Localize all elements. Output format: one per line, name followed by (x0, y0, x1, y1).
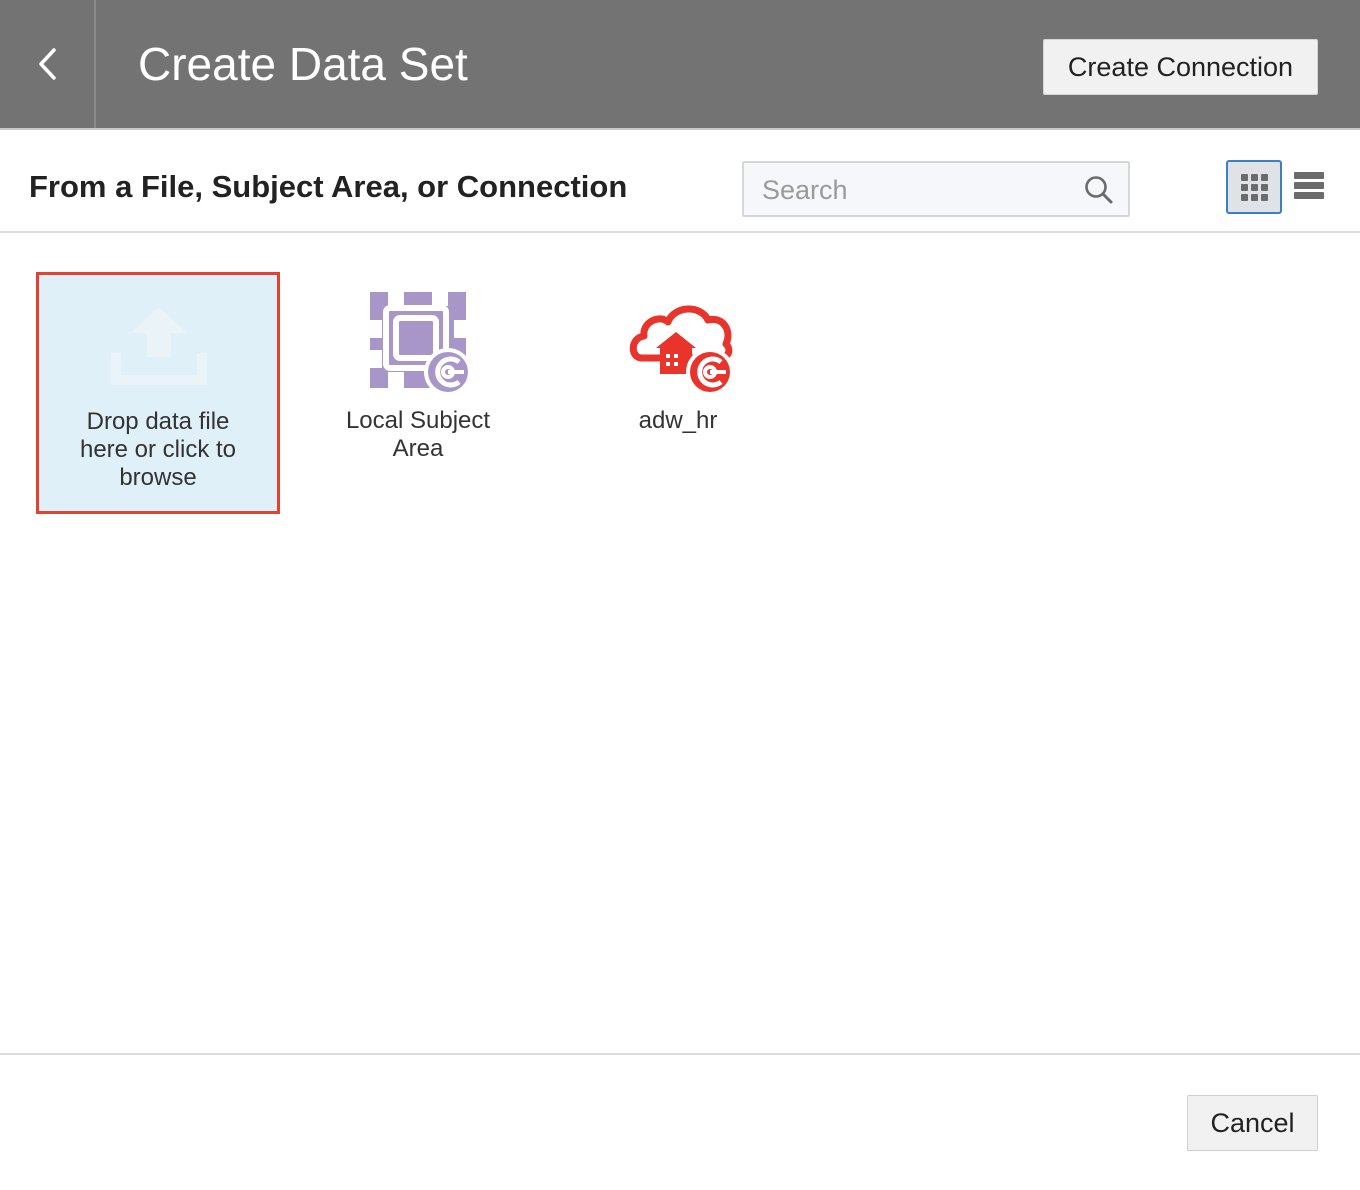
section-title: From a File, Subject Area, or Connection (29, 169, 628, 204)
drop-file-tile[interactable]: Drop data file here or click to browse (36, 272, 280, 514)
search-icon[interactable] (1084, 175, 1114, 205)
search-input[interactable] (760, 171, 1074, 209)
tile-label: Local Subject Area (345, 407, 491, 462)
footer-divider (0, 1053, 1360, 1055)
cloud-database-connection-icon (629, 305, 734, 396)
adw-hr-connection-tile[interactable]: adw_hr (556, 272, 800, 514)
tile-label: Drop data file here or click to browse (79, 408, 237, 491)
page-title: Create Data Set (138, 38, 468, 90)
grid-view-icon (1241, 174, 1268, 201)
toolbar-divider (0, 231, 1360, 233)
header-bar: Create Data Set Create Connection (0, 0, 1360, 128)
header-divider (0, 128, 1360, 130)
back-button[interactable] (0, 0, 96, 128)
create-connection-button[interactable]: Create Connection (1043, 39, 1318, 95)
subject-area-icon (368, 290, 472, 394)
grid-view-toggle[interactable] (1226, 160, 1282, 214)
cancel-button[interactable]: Cancel (1187, 1095, 1318, 1151)
search-box (742, 161, 1130, 217)
upload-icon (111, 307, 207, 385)
tile-label: adw_hr (638, 407, 718, 434)
local-subject-area-tile[interactable]: Local Subject Area (296, 272, 540, 514)
list-view-icon[interactable] (1294, 171, 1324, 201)
chevron-left-icon (39, 48, 56, 80)
